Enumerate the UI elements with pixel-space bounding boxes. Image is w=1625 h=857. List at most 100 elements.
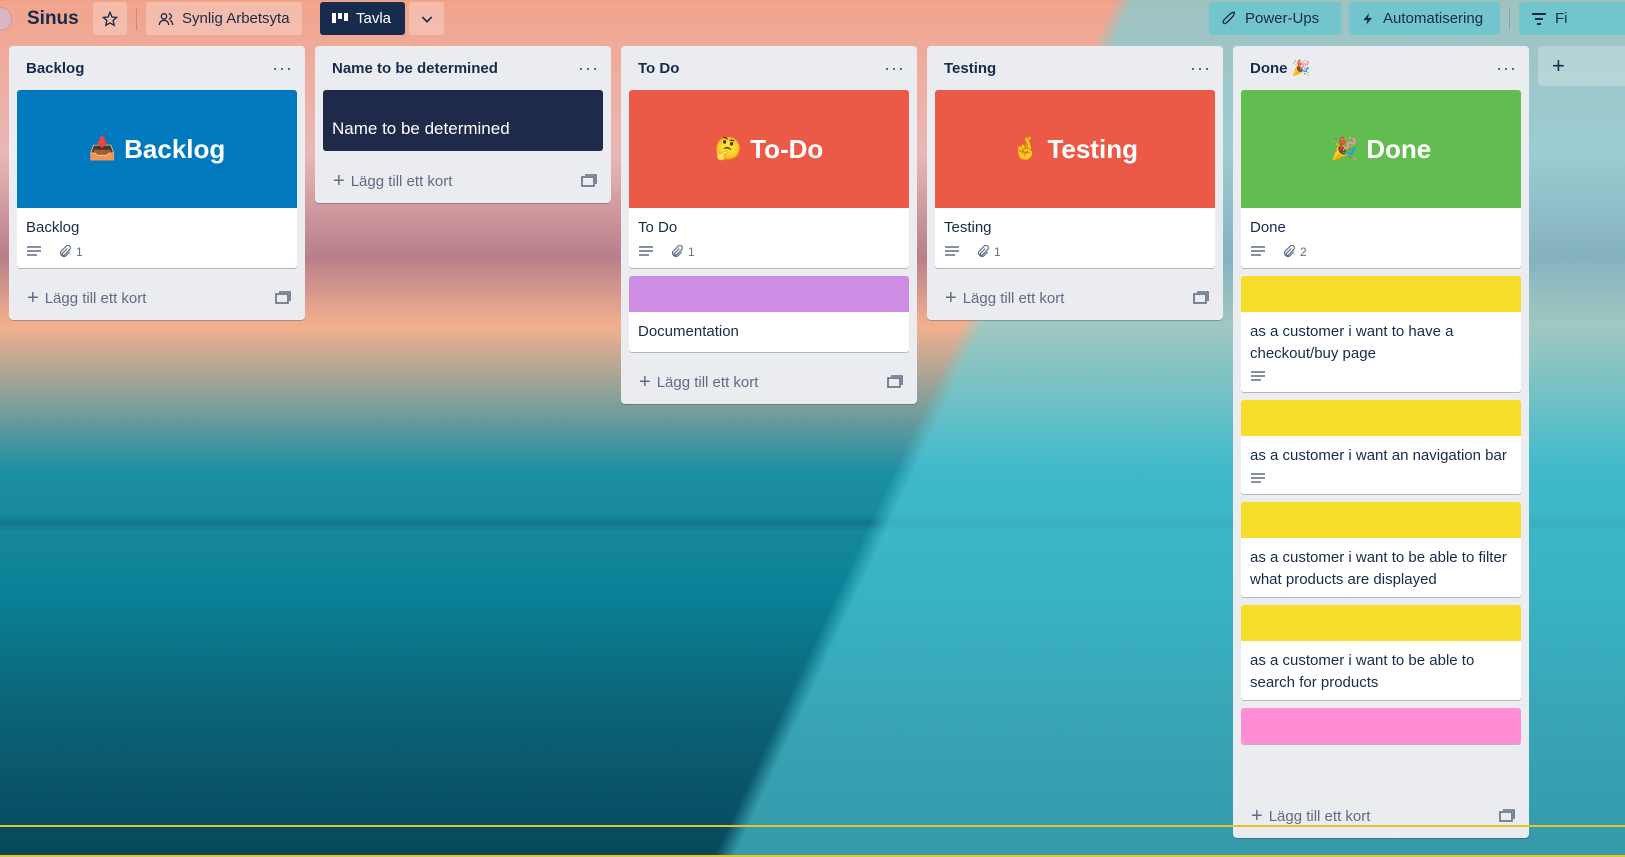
card[interactable]: 📥 Backlog Backlog 1 (17, 90, 297, 268)
description-icon (26, 246, 42, 258)
people-icon (158, 12, 174, 25)
attachment-count: 1 (688, 245, 695, 259)
card[interactable] (1241, 708, 1521, 744)
filter-button[interactable]: Fi (1519, 2, 1625, 35)
card[interactable]: 🎉 Done Done 2 (1241, 90, 1521, 268)
list-menu-icon[interactable]: ··· (1496, 59, 1517, 77)
add-card-label: Lägg till ett kort (962, 289, 1065, 307)
view-board-button[interactable]: Tavla (320, 2, 405, 35)
visibility-button[interactable]: Synlig Arbetsyta (146, 2, 302, 35)
card-cover (1241, 276, 1521, 312)
description-icon (1250, 371, 1266, 383)
card[interactable]: as a customer i want to have a checkout/… (1241, 276, 1521, 392)
paperclip-icon (1284, 245, 1295, 257)
board-title[interactable]: Sinus (27, 8, 79, 30)
card-cover-emoji: 🎉 (1330, 136, 1359, 161)
add-card-label: Lägg till ett kort (350, 172, 453, 190)
card-badges: 1 (629, 243, 909, 268)
add-card-button[interactable]: + Lägg till ett kort (621, 360, 917, 404)
view-switcher-button[interactable] (409, 2, 444, 35)
divider (136, 8, 137, 30)
scrollbar-track[interactable] (0, 825, 1625, 827)
card[interactable]: 🤔 To-Do To Do 1 (629, 90, 909, 268)
add-card-label: Lägg till ett kort (1268, 807, 1371, 825)
star-button[interactable] (93, 2, 127, 35)
card[interactable]: Name to be determined (323, 90, 603, 151)
list-done: Done 🎉 ··· 🎉 Done Done 2 as a customer i… (1233, 46, 1529, 838)
card-title: as a customer i want to be able to searc… (1250, 652, 1475, 691)
attachment-badge: 2 (1282, 245, 1307, 259)
rocket-icon (1222, 11, 1236, 24)
card[interactable]: as a customer i want to be able to searc… (1241, 605, 1521, 700)
list-title[interactable]: Name to be determined (332, 60, 498, 77)
card[interactable]: 🤞 Testing Testing 1 (935, 90, 1215, 268)
plus-icon: + (1552, 53, 1565, 78)
card-cover-emoji: 🤔 (714, 136, 743, 161)
template-icon[interactable] (581, 174, 597, 188)
attachment-count: 1 (76, 245, 83, 259)
star-icon (102, 10, 118, 27)
card-title: Documentation (638, 323, 739, 340)
card-cover-text: Testing (1047, 133, 1138, 164)
list-header: Name to be determined ··· (315, 46, 611, 90)
list-menu-icon[interactable]: ··· (884, 59, 905, 77)
add-card-button[interactable]: + Lägg till ett kort (927, 276, 1223, 320)
list-menu-icon[interactable]: ··· (272, 59, 293, 77)
add-list-button[interactable]: + (1538, 46, 1625, 86)
attachment-count: 2 (1300, 245, 1307, 259)
paperclip-icon (672, 245, 683, 257)
card-title: as a customer i want to have a checkout/… (1250, 323, 1454, 362)
card-cover (1241, 502, 1521, 538)
list-menu-icon[interactable]: ··· (1190, 59, 1211, 77)
card-cover (1241, 708, 1521, 744)
plus-icon: + (27, 287, 39, 309)
board-header: Sinus Synlig Arbetsyta Tavla Power-Ups A… (0, 0, 1625, 38)
board-icon (332, 12, 348, 23)
template-icon[interactable] (887, 375, 903, 389)
add-card-button[interactable]: + Lägg till ett kort (1233, 794, 1529, 838)
card-cover (629, 276, 909, 312)
card-badges: 2 (1241, 243, 1521, 268)
chevron-down-icon (421, 15, 432, 23)
card-title: To Do (638, 219, 678, 236)
card-badges: 1 (17, 243, 297, 268)
card-title: as a customer i want to be able to filte… (1250, 549, 1507, 588)
template-icon[interactable] (1193, 291, 1209, 305)
paperclip-icon (60, 245, 71, 257)
add-card-button[interactable]: + Lägg till ett kort (9, 276, 305, 320)
description-icon (638, 246, 654, 258)
card-cover (1241, 605, 1521, 641)
list-title[interactable]: Testing (944, 60, 996, 77)
divider (1509, 8, 1510, 30)
template-icon[interactable] (275, 291, 291, 305)
paperclip-icon (978, 245, 989, 257)
plus-icon: + (639, 371, 651, 393)
card-container[interactable]: 🎉 Done Done 2 as a customer i want to ha… (1233, 90, 1529, 794)
list-to-do: To Do ··· 🤔 To-Do To Do 1 Documentation … (621, 46, 917, 404)
card-title: Done (1250, 219, 1286, 236)
attachment-badge: 1 (58, 245, 83, 259)
list-title[interactable]: Done 🎉 (1250, 59, 1310, 77)
powerups-label: Power-Ups (1245, 10, 1320, 27)
card[interactable]: Documentation (629, 276, 909, 352)
attachment-count: 1 (994, 245, 1001, 259)
view-label: Tavla (356, 10, 392, 27)
card[interactable]: as a customer i want to be able to filte… (1241, 502, 1521, 597)
filter-icon (1532, 12, 1546, 25)
workspace-avatar[interactable] (0, 7, 12, 31)
add-card-button[interactable]: + Lägg till ett kort (315, 159, 611, 203)
attachment-badge: 1 (670, 245, 695, 259)
card-cover (1241, 400, 1521, 436)
list-menu-icon[interactable]: ··· (578, 59, 599, 77)
filter-label: Fi (1555, 10, 1568, 27)
card-title: Testing (944, 219, 992, 236)
list-title[interactable]: Backlog (26, 60, 84, 77)
powerups-button[interactable]: Power-Ups (1209, 2, 1341, 35)
card-cover-text: To-Do (750, 133, 824, 164)
description-icon (1250, 246, 1266, 258)
template-icon[interactable] (1499, 809, 1515, 823)
card[interactable]: as a customer i want an navigation bar (1241, 400, 1521, 494)
attachment-badge: 1 (976, 245, 1001, 259)
list-title[interactable]: To Do (638, 60, 679, 77)
automation-button[interactable]: Automatisering (1349, 2, 1500, 35)
